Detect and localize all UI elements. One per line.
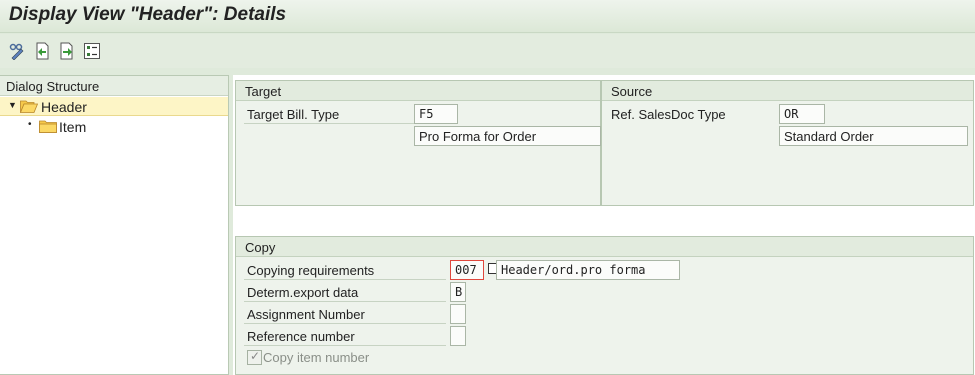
copy-group: Copy Copying requirements 007 Header/ord… [235,236,974,375]
folder-icon [39,120,57,133]
source-group: Source Ref. SalesDoc Type OR Standard Or… [601,80,974,206]
checkmark-icon: ✓ [250,349,261,363]
page-title: Display View "Header": Details [9,4,287,25]
determ-export-data-label: Determ.export data [247,285,359,300]
target-group-title: Target [236,81,600,101]
dialog-structure-header: Dialog Structure [0,76,228,96]
copy-item-number-checkbox[interactable]: ✓ [247,349,262,365]
copy-group-title: Copy [236,237,973,257]
dialog-structure-panel: Dialog Structure ▼ Header • Item [0,75,229,375]
expand-arrow-icon[interactable]: ▼ [8,100,17,110]
title-bar: Display View "Header": Details [0,0,975,33]
open-folder-icon [20,100,38,113]
next-entry-icon[interactable] [58,42,76,60]
details-area: Target Target Bill. Type F5 Pro Forma fo… [233,75,975,375]
tree-node-label: Header [41,99,87,115]
reference-number-label: Reference number [247,329,355,344]
copying-requirements-label: Copying requirements [247,263,375,278]
tree-node-item[interactable]: • Item [0,117,228,136]
copy-item-number-label: Copy item number [263,350,370,365]
source-group-title: Source [602,81,973,101]
reference-number-field[interactable] [450,326,466,346]
assignment-number-label: Assignment Number [247,307,365,322]
variable-list-icon[interactable] [83,42,101,60]
target-bill-type-field[interactable]: F5 [414,104,458,124]
target-group: Target Target Bill. Type F5 Pro Forma fo… [235,80,601,206]
tree-node-header[interactable]: ▼ Header [0,97,228,116]
determ-export-data-field[interactable]: B [450,282,466,302]
display-change-icon[interactable] [8,42,26,61]
copying-requirements-field[interactable]: 007 [450,260,484,280]
tree-bullet-icon: • [28,119,32,130]
target-bill-type-description: Pro Forma for Order [414,126,601,146]
previous-entry-icon[interactable] [33,42,51,60]
ref-salesdoc-type-description: Standard Order [779,126,968,146]
assignment-number-field[interactable] [450,304,466,324]
tree-node-label: Item [59,119,87,135]
ref-salesdoc-type-field[interactable]: OR [779,104,825,124]
ref-salesdoc-type-label: Ref. SalesDoc Type [611,107,726,122]
application-toolbar [0,34,975,68]
target-bill-type-label: Target Bill. Type [247,107,340,122]
copying-requirements-description: Header/ord.pro forma [496,260,680,280]
